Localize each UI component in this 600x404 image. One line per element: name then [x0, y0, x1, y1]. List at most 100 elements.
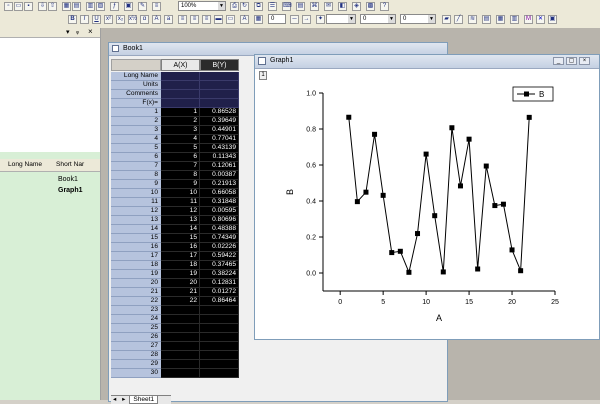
- row-number[interactable]: 11: [111, 198, 161, 207]
- graph-window[interactable]: Graph1 _ ▢ × 1 0 5 10 15 20 25 0.0 0.2 0.4 0.6 0.8…: [254, 54, 600, 340]
- help-icon[interactable]: ?: [380, 2, 389, 11]
- cell-b[interactable]: 0.01272: [200, 288, 239, 297]
- explorer-item-book1[interactable]: Book1: [58, 176, 78, 183]
- row-number[interactable]: 4: [111, 135, 161, 144]
- row-number[interactable]: 8: [111, 171, 161, 180]
- cell-a[interactable]: [161, 360, 200, 369]
- chart-plot[interactable]: 0 5 10 15 20 25 0.0 0.2 0.4 0.6 0.8 1.0 A B B: [255, 69, 599, 339]
- row-number[interactable]: 27: [111, 342, 161, 351]
- cell-a[interactable]: 19: [161, 270, 200, 279]
- row-number[interactable]: 29: [111, 360, 161, 369]
- column-header-b[interactable]: B(Y): [200, 59, 239, 71]
- cell-b[interactable]: [200, 333, 239, 342]
- explorer-item-graph1[interactable]: Graph1: [58, 187, 83, 194]
- line-style-icon[interactable]: ─: [290, 15, 299, 24]
- row-number[interactable]: 1: [111, 108, 161, 117]
- subscript-icon[interactable]: x₂: [116, 15, 125, 24]
- data-point[interactable]: [475, 266, 481, 272]
- data-point[interactable]: [389, 250, 395, 256]
- cell-a[interactable]: 2: [161, 117, 200, 126]
- open-icon[interactable]: ▭: [14, 2, 23, 11]
- cell-a[interactable]: 12: [161, 207, 200, 216]
- meta-cell[interactable]: [200, 90, 239, 99]
- chevron-down-icon[interactable]: ▾: [66, 28, 70, 36]
- row-number[interactable]: 13: [111, 216, 161, 225]
- line-width-combo[interactable]: ▼: [326, 14, 356, 24]
- cell-b[interactable]: 0.39649: [200, 117, 239, 126]
- apps-gallery-icon[interactable]: ▩: [366, 2, 375, 11]
- cell-a[interactable]: [161, 333, 200, 342]
- data-point[interactable]: [432, 213, 438, 219]
- merge-icon[interactable]: ▥: [510, 15, 519, 24]
- data-point[interactable]: [397, 248, 403, 254]
- cell-a[interactable]: 21: [161, 288, 200, 297]
- bold-icon[interactable]: B: [68, 15, 77, 24]
- cell-a[interactable]: 1: [161, 108, 200, 117]
- script-icon[interactable]: ≡: [152, 2, 161, 11]
- col-long-name[interactable]: Long Name: [8, 161, 42, 168]
- cell-b[interactable]: 0.44901: [200, 126, 239, 135]
- notes-icon[interactable]: ✎: [138, 2, 147, 11]
- line-width-value-combo[interactable]: 0 ▼: [360, 14, 396, 24]
- maximize-icon[interactable]: ▢: [566, 57, 577, 65]
- row-number[interactable]: 20: [111, 279, 161, 288]
- row-number[interactable]: 30: [111, 369, 161, 378]
- cell-b[interactable]: [200, 369, 239, 378]
- row-number[interactable]: 16: [111, 243, 161, 252]
- arrow-icon[interactable]: →: [302, 15, 311, 24]
- cell-a[interactable]: 16: [161, 243, 200, 252]
- cell-a[interactable]: 14: [161, 225, 200, 234]
- row-number[interactable]: 7: [111, 162, 161, 171]
- line-color-icon[interactable]: ▭: [226, 15, 235, 24]
- data-point[interactable]: [449, 125, 455, 131]
- row-number[interactable]: 12: [111, 207, 161, 216]
- meta-cell[interactable]: [161, 72, 200, 81]
- meta-row-label[interactable]: Units: [111, 81, 161, 90]
- cell-a[interactable]: [161, 369, 200, 378]
- data-point[interactable]: [380, 192, 386, 198]
- cell-a[interactable]: 17: [161, 252, 200, 261]
- data-point[interactable]: [415, 231, 421, 237]
- cell-a[interactable]: 4: [161, 135, 200, 144]
- data-point[interactable]: [406, 269, 412, 275]
- new-worksheet-icon[interactable]: ▦: [62, 2, 71, 11]
- cell-b[interactable]: 0.59422: [200, 252, 239, 261]
- refresh-icon[interactable]: ↻: [240, 2, 249, 11]
- data-point[interactable]: [354, 199, 360, 205]
- cell-a[interactable]: [161, 324, 200, 333]
- meta-cell[interactable]: [161, 99, 200, 108]
- row-number[interactable]: 18: [111, 261, 161, 270]
- new-matrix-icon[interactable]: ▥: [86, 2, 95, 11]
- cell-b[interactable]: [200, 315, 239, 324]
- cell-a[interactable]: 18: [161, 261, 200, 270]
- meta-cell[interactable]: [161, 90, 200, 99]
- cell-b[interactable]: 0.77041: [200, 135, 239, 144]
- col-short-name[interactable]: Short Nar: [56, 161, 84, 168]
- meta-row-label[interactable]: Long Name: [111, 72, 161, 81]
- mask-icon[interactable]: M: [524, 15, 533, 24]
- row-number[interactable]: 19: [111, 270, 161, 279]
- graph-titlebar[interactable]: Graph1 _ ▢ ×: [255, 55, 599, 69]
- minimize-icon[interactable]: _: [553, 57, 564, 65]
- cell-a[interactable]: 3: [161, 126, 200, 135]
- new-excel-icon[interactable]: ▧: [96, 2, 105, 11]
- column-header-a[interactable]: A(X): [161, 59, 200, 71]
- cell-a[interactable]: [161, 306, 200, 315]
- cell-b[interactable]: [200, 360, 239, 369]
- close-icon[interactable]: ×: [579, 57, 590, 65]
- data-point[interactable]: [500, 201, 506, 207]
- cell-a[interactable]: 6: [161, 153, 200, 162]
- new-function-icon[interactable]: ƒ: [110, 2, 119, 11]
- meta-cell[interactable]: [200, 72, 239, 81]
- command-window-icon[interactable]: ⌘: [310, 2, 319, 11]
- cell-b[interactable]: [200, 324, 239, 333]
- data-point[interactable]: [363, 189, 369, 195]
- data-point[interactable]: [518, 268, 524, 274]
- meta-cell[interactable]: [200, 99, 239, 108]
- cell-a[interactable]: [161, 342, 200, 351]
- lock-icon[interactable]: ▣: [548, 15, 557, 24]
- row-number[interactable]: 23: [111, 306, 161, 315]
- copy-page-icon[interactable]: ⧉: [254, 2, 263, 11]
- cell-b[interactable]: 0.00387: [200, 171, 239, 180]
- row-number[interactable]: 9: [111, 180, 161, 189]
